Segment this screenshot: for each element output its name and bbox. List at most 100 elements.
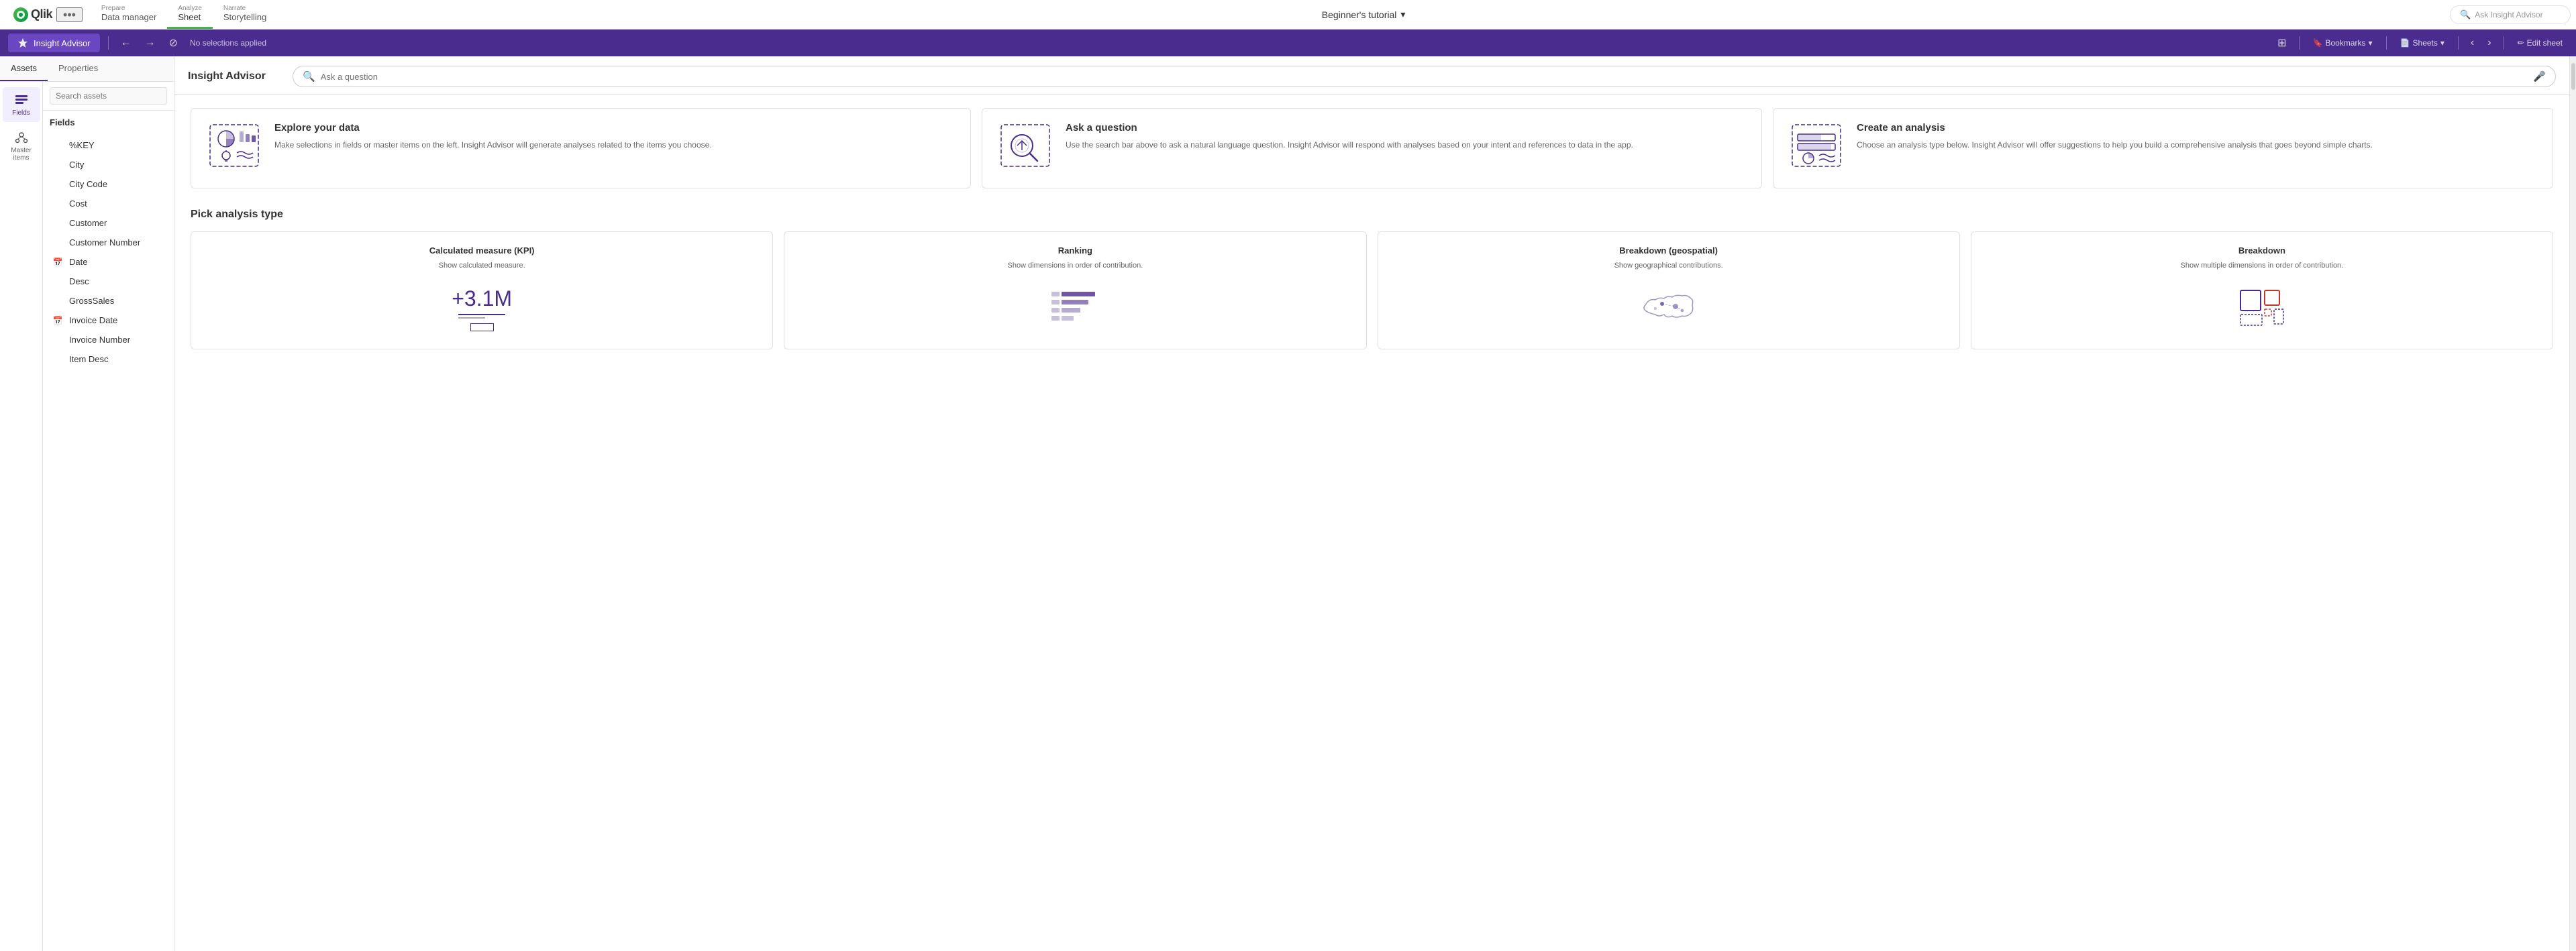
create-card-desc: Choose an analysis type below. Insight A… (1857, 139, 2373, 151)
logo-area: Qlik ••• (5, 0, 91, 29)
grid-icon: ⊞ (2277, 36, 2286, 50)
breakdown-card-desc: Show multiple dimensions in order of con… (1982, 261, 2542, 271)
scrollbar-thumb (2571, 63, 2575, 90)
edit-icon: ✏ (2518, 38, 2524, 48)
next-icon: › (2487, 37, 2491, 49)
geo-visual (1389, 282, 1949, 335)
assets-content: Fields ·%KEY·City·City Code·Cost·Custome… (43, 82, 174, 951)
right-scrollbar[interactable] (2569, 56, 2576, 951)
geo-analysis-card[interactable]: Breakdown (geospatial) Show geographical… (1378, 231, 1960, 349)
next-sheet-button[interactable]: › (2483, 34, 2495, 52)
assets-tab[interactable]: Assets (0, 56, 48, 81)
separator-4 (2458, 36, 2459, 50)
selection-forward-button[interactable]: → (141, 34, 160, 52)
geo-card-title: Breakdown (geospatial) (1389, 245, 1949, 256)
field-item-key[interactable]: ·%KEY (43, 135, 174, 155)
field-item-cost[interactable]: ·Cost (43, 194, 174, 213)
field-label: %KEY (69, 140, 95, 150)
microphone-icon[interactable]: 🎤 (2533, 70, 2546, 82)
info-cards: Explore your data Make selections in fie… (191, 108, 2553, 188)
qlik-logo-circle (13, 7, 28, 22)
insight-body: Explore your data Make selections in fie… (174, 95, 2569, 951)
field-label: Invoice Number (69, 335, 130, 345)
insight-search-icon: 🔍 (303, 70, 315, 82)
field-item-date[interactable]: 📅Date (43, 252, 174, 272)
grid-view-button[interactable]: ⊞ (2273, 34, 2290, 52)
insight-search-bar[interactable]: 🔍 🎤 (293, 66, 2556, 87)
ranking-card-desc: Show dimensions in order of contribution… (795, 261, 1355, 271)
prev-sheet-button[interactable]: ‹ (2467, 34, 2478, 52)
insight-content: Insight Advisor 🔍 🎤 (174, 56, 2569, 951)
field-label: Cost (69, 199, 87, 209)
edit-sheet-button[interactable]: ✏ Edit sheet (2512, 36, 2568, 50)
properties-tab[interactable]: Properties (48, 56, 109, 81)
create-card-text: Create an analysis Choose an analysis ty… (1857, 122, 2373, 151)
insight-advisor-title: Insight Advisor (188, 70, 282, 82)
sheets-chevron-icon: ▾ (2440, 38, 2444, 48)
bookmark-icon: 🔖 (2313, 38, 2323, 48)
clear-selections-button[interactable]: ⊘ (165, 34, 182, 52)
field-label: Customer Number (69, 237, 140, 247)
field-label: GrossSales (69, 296, 114, 306)
fields-section: Fields (43, 111, 174, 135)
geo-card-desc: Show geographical contributions. (1389, 261, 1949, 271)
calendar-icon: 📅 (52, 316, 64, 325)
master-items-label: Master items (5, 147, 38, 162)
insight-search-input[interactable] (321, 72, 2528, 82)
assets-icons: Fields Master items (0, 82, 43, 951)
analyze-tab[interactable]: Analyze Sheet (167, 0, 213, 29)
forward-icon: → (145, 37, 156, 49)
assets-sidebar: Fields Master items (0, 82, 174, 951)
field-label: Desc (69, 276, 89, 286)
field-label: City Code (69, 179, 107, 189)
fields-icon-button[interactable]: Fields (3, 87, 40, 122)
ask-icon (998, 122, 1052, 169)
insight-advisor-button[interactable]: Insight Advisor (8, 34, 100, 52)
app-title-button[interactable]: Beginner's tutorial ▾ (1317, 6, 1411, 23)
fields-icon (14, 93, 29, 107)
selection-back-button[interactable]: ← (117, 34, 136, 52)
toolbar: Insight Advisor ← → ⊘ No selections appl… (0, 30, 2576, 56)
search-assets-input[interactable] (50, 87, 167, 105)
explore-icon (207, 122, 261, 169)
breakdown-analysis-card[interactable]: Breakdown Show multiple dimensions in or… (1971, 231, 2553, 349)
field-item-invoicenumber[interactable]: ·Invoice Number (43, 330, 174, 349)
field-item-customernumber[interactable]: ·Customer Number (43, 233, 174, 252)
left-panel: Assets Properties Fields (0, 56, 174, 951)
nav-right: 🔍 Ask Insight Advisor (2450, 5, 2571, 24)
bookmarks-button[interactable]: 🔖 Bookmarks ▾ (2308, 36, 2378, 50)
ask-insight-advisor-button[interactable]: 🔍 Ask Insight Advisor (2450, 5, 2571, 24)
sheets-button[interactable]: 📄 Sheets ▾ (2395, 36, 2450, 50)
prev-icon: ‹ (2471, 37, 2474, 49)
kpi-analysis-card[interactable]: Calculated measure (KPI) Show calculated… (191, 231, 773, 349)
create-icon (1790, 122, 1843, 169)
ask-question-card[interactable]: Ask a question Use the search bar above … (982, 108, 1762, 188)
field-item-city[interactable]: ·City (43, 155, 174, 174)
ranking-analysis-card[interactable]: Ranking Show dimensions in order of cont… (784, 231, 1366, 349)
field-item-grosssales[interactable]: ·GrossSales (43, 291, 174, 311)
app-title-text: Beginner's tutorial (1322, 9, 1397, 20)
field-label: Date (69, 257, 87, 267)
field-item-citycode[interactable]: ·City Code (43, 174, 174, 194)
bookmarks-label: Bookmarks (2326, 38, 2366, 48)
prepare-tab[interactable]: Prepare Data manager (91, 0, 167, 29)
kpi-visual: +3.1M (202, 282, 762, 335)
insight-advisor-label: Insight Advisor (34, 38, 91, 48)
explore-data-card[interactable]: Explore your data Make selections in fie… (191, 108, 971, 188)
field-item-invoicedate[interactable]: 📅Invoice Date (43, 311, 174, 330)
insight-header: Insight Advisor 🔍 🎤 (174, 56, 2569, 95)
kpi-card-desc: Show calculated measure. (202, 261, 762, 271)
create-card-title: Create an analysis (1857, 122, 2373, 133)
master-items-icon-button[interactable]: Master items (3, 125, 40, 167)
ranking-card-title: Ranking (795, 245, 1355, 256)
fields-icon-label: Fields (12, 109, 30, 117)
explore-card-title: Explore your data (274, 122, 712, 133)
field-label: City (69, 160, 84, 170)
breakdown-visual (1982, 282, 2542, 335)
field-item-desc[interactable]: ·Desc (43, 272, 174, 291)
create-analysis-card[interactable]: Create an analysis Choose an analysis ty… (1773, 108, 2553, 188)
more-options-button[interactable]: ••• (56, 7, 83, 22)
field-item-customer[interactable]: ·Customer (43, 213, 174, 233)
narrate-tab[interactable]: Narrate Storytelling (213, 0, 277, 29)
field-item-itemdesc[interactable]: ·Item Desc (43, 349, 174, 369)
